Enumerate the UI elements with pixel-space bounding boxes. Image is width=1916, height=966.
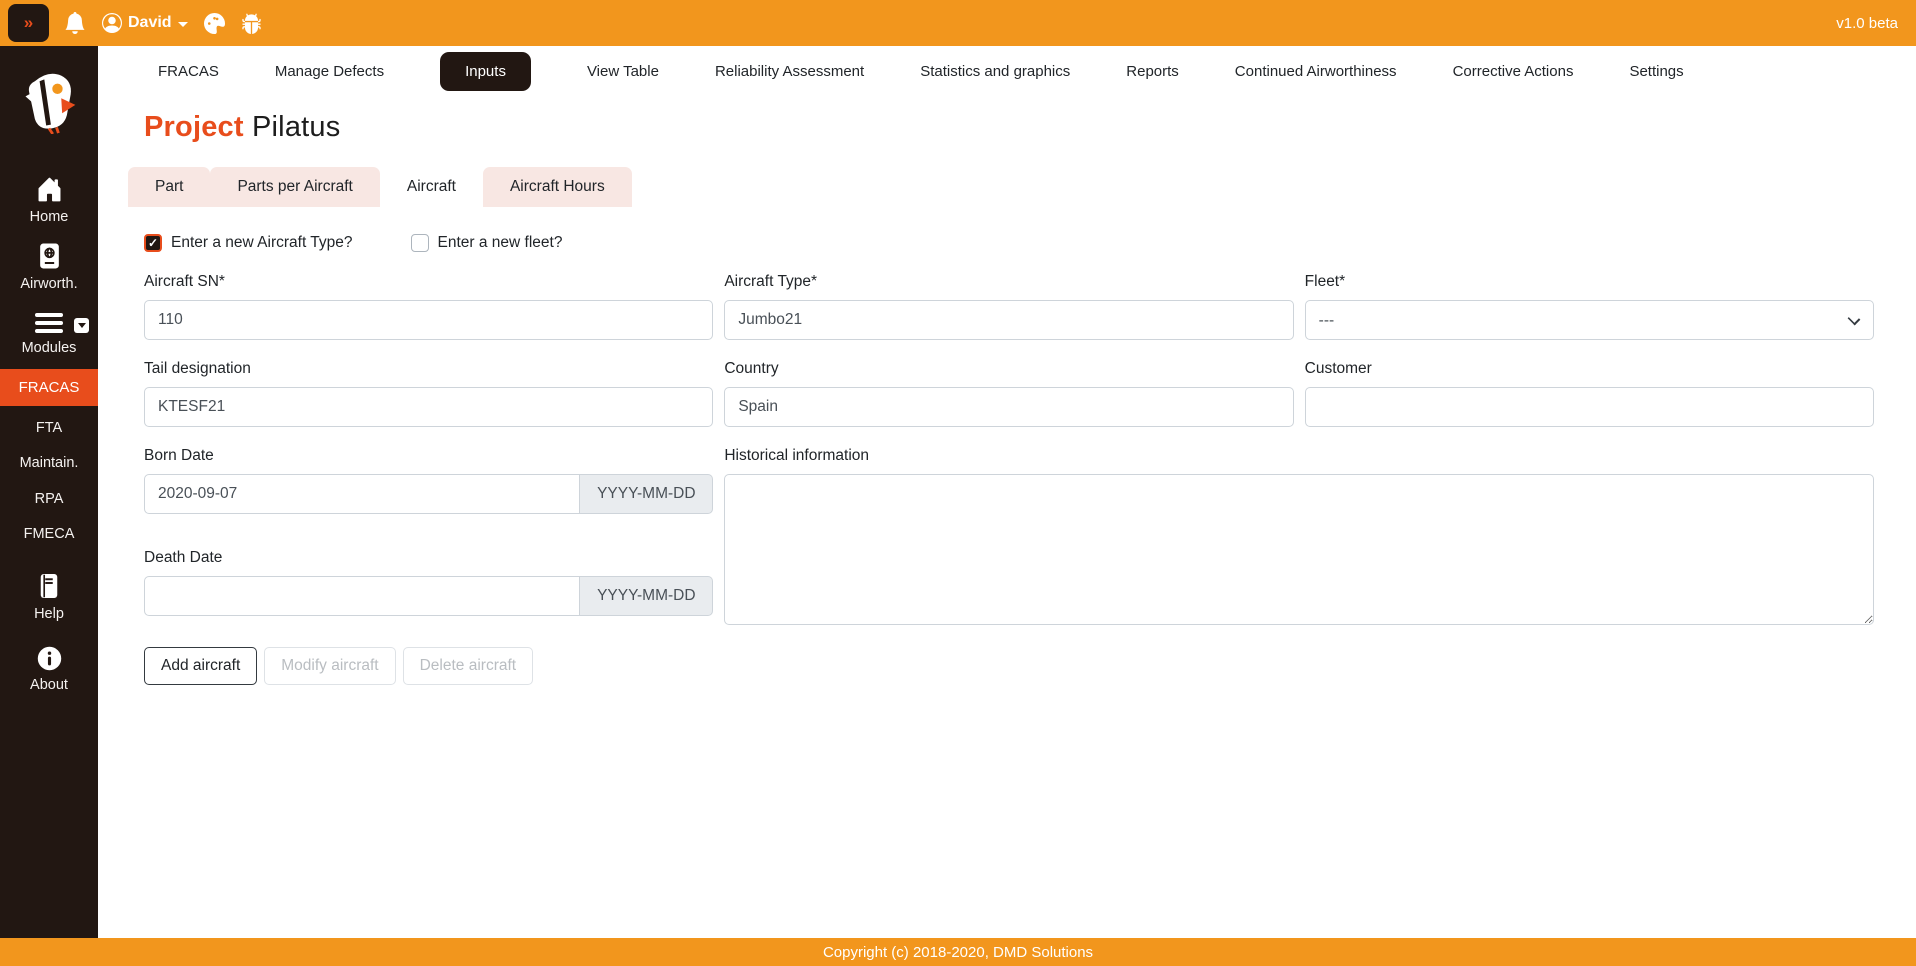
born-date-input[interactable]: [144, 474, 580, 514]
aircraft-type-input[interactable]: [724, 300, 1293, 340]
historical-information-label: Historical information: [724, 447, 1874, 465]
customer-label: Customer: [1305, 360, 1874, 378]
home-icon: [36, 176, 63, 203]
country-label: Country: [724, 360, 1293, 378]
new-aircraft-type-checkbox-group: ✓ Enter a new Aircraft Type?: [144, 234, 353, 252]
copyright-text: Copyright (c) 2018-2020, DMD Solutions: [823, 944, 1093, 961]
nav-item-settings[interactable]: Settings: [1629, 63, 1683, 80]
aircraft-sn-input[interactable]: [144, 300, 713, 340]
checkbox-label: Enter a new Aircraft Type?: [171, 234, 353, 252]
module-nav-bar: FRACAS Manage Defects Inputs View Table …: [98, 46, 1916, 96]
tab-aircraft-hours[interactable]: Aircraft Hours: [483, 167, 632, 207]
user-name: David: [128, 14, 172, 32]
about-info-icon: [37, 646, 62, 671]
modules-hamburger-icon: [34, 312, 64, 334]
sidebar-item-modules[interactable]: Modules: [0, 312, 98, 356]
nav-item-corrective-actions[interactable]: Corrective Actions: [1453, 63, 1574, 80]
sidebar-item-label: Modules: [22, 341, 77, 356]
bug-report-icon[interactable]: [241, 13, 262, 34]
sidebar-item-about[interactable]: About: [0, 646, 98, 693]
page-title: Project Pilatus: [144, 111, 1874, 144]
tail-designation-input[interactable]: [144, 387, 713, 427]
tab-part[interactable]: Part: [128, 167, 210, 207]
new-fleet-checkbox[interactable]: ✓: [411, 234, 429, 252]
sidebar-item-label: Home: [30, 210, 69, 225]
nav-item-reports[interactable]: Reports: [1126, 63, 1179, 80]
sidebar-item-airworthiness[interactable]: Airworth.: [0, 242, 98, 292]
user-avatar-icon: [102, 13, 122, 33]
sidebar-item-label: About: [30, 678, 68, 693]
notifications-bell-icon[interactable]: [64, 12, 86, 34]
aircraft-type-label: Aircraft Type*: [724, 273, 1293, 291]
modify-aircraft-button[interactable]: Modify aircraft: [264, 647, 395, 685]
nav-item-statistics-and-graphics[interactable]: Statistics and graphics: [920, 63, 1070, 80]
modules-expand-icon[interactable]: [74, 318, 89, 333]
aircraft-form: Aircraft SN* Aircraft Type* Fleet* --- T…: [144, 273, 1874, 630]
born-date-label: Born Date: [144, 447, 713, 465]
sidebar-item-rpa[interactable]: RPA: [0, 492, 98, 507]
nav-item-continued-airworthiness[interactable]: Continued Airworthiness: [1235, 63, 1397, 80]
action-buttons-row: Add aircraft Modify aircraft Delete airc…: [144, 647, 1874, 685]
delete-aircraft-button[interactable]: Delete aircraft: [403, 647, 533, 685]
fleet-select-wrap: ---: [1305, 300, 1874, 340]
sidebar-item-fta[interactable]: FTA: [0, 421, 98, 436]
fleet-select[interactable]: ---: [1305, 300, 1874, 340]
nav-item-manage-defects[interactable]: Manage Defects: [275, 63, 384, 80]
checkbox-row: ✓ Enter a new Aircraft Type? ✓ Enter a n…: [144, 234, 1874, 252]
death-date-label: Death Date: [144, 549, 713, 567]
sidebar-collapse-button[interactable]: »: [8, 4, 49, 42]
tail-designation-label: Tail designation: [144, 360, 713, 378]
add-aircraft-button[interactable]: Add aircraft: [144, 647, 257, 685]
tab-aircraft[interactable]: Aircraft: [380, 167, 483, 207]
death-date-format-addon: YYYY-MM-DD: [580, 576, 713, 616]
tab-parts-per-aircraft[interactable]: Parts per Aircraft: [210, 167, 379, 207]
fleet-label: Fleet*: [1305, 273, 1874, 291]
born-date-format-addon: YYYY-MM-DD: [580, 474, 713, 514]
sidebar-item-label: Airworth.: [20, 277, 77, 292]
sidebar-item-home[interactable]: Home: [0, 176, 98, 225]
sidebar-item-label: Help: [34, 607, 64, 622]
project-title-name: Pilatus: [252, 111, 340, 143]
sidebar-item-help[interactable]: Help: [0, 572, 98, 622]
theme-palette-icon[interactable]: [204, 13, 225, 34]
death-date-group: YYYY-MM-DD: [144, 576, 713, 616]
new-aircraft-type-checkbox[interactable]: ✓: [144, 234, 162, 252]
sidebar-item-fracas[interactable]: FRACAS: [0, 369, 98, 406]
country-input[interactable]: [724, 387, 1293, 427]
input-tabs: Part Parts per Aircraft Aircraft Aircraf…: [128, 167, 1874, 207]
version-label: v1.0 beta: [1836, 15, 1898, 32]
born-date-group: YYYY-MM-DD: [144, 474, 713, 514]
double-chevron-right-icon: »: [24, 13, 33, 33]
checkbox-label: Enter a new fleet?: [438, 234, 563, 252]
aircraft-sn-label: Aircraft SN*: [144, 273, 713, 291]
death-date-input[interactable]: [144, 576, 580, 616]
app-logo-bird-icon: [19, 70, 79, 134]
page-content: Project Pilatus Part Parts per Aircraft …: [98, 111, 1916, 685]
footer: Copyright (c) 2018-2020, DMD Solutions: [0, 938, 1916, 966]
airworthiness-passport-icon: [37, 242, 62, 270]
nav-item-fracas[interactable]: FRACAS: [158, 63, 219, 80]
sidebar-item-maintain[interactable]: Maintain.: [0, 456, 98, 471]
help-book-icon: [37, 572, 61, 600]
nav-item-reliability-assessment[interactable]: Reliability Assessment: [715, 63, 864, 80]
user-menu[interactable]: David: [102, 13, 188, 33]
sidebar: Home Airworth. Modules FRACAS FTA Mainta…: [0, 46, 98, 938]
historical-information-textarea[interactable]: [724, 474, 1874, 625]
customer-input[interactable]: [1305, 387, 1874, 427]
project-title-prefix: Project: [144, 111, 244, 143]
sidebar-item-fmeca[interactable]: FMECA: [0, 527, 98, 542]
new-fleet-checkbox-group: ✓ Enter a new fleet?: [411, 234, 563, 252]
main-area: FRACAS Manage Defects Inputs View Table …: [98, 46, 1916, 938]
nav-item-view-table[interactable]: View Table: [587, 63, 659, 80]
chevron-down-icon: [178, 22, 188, 27]
top-bar: » David v1.0 beta: [0, 0, 1916, 46]
nav-item-inputs[interactable]: Inputs: [440, 52, 531, 91]
